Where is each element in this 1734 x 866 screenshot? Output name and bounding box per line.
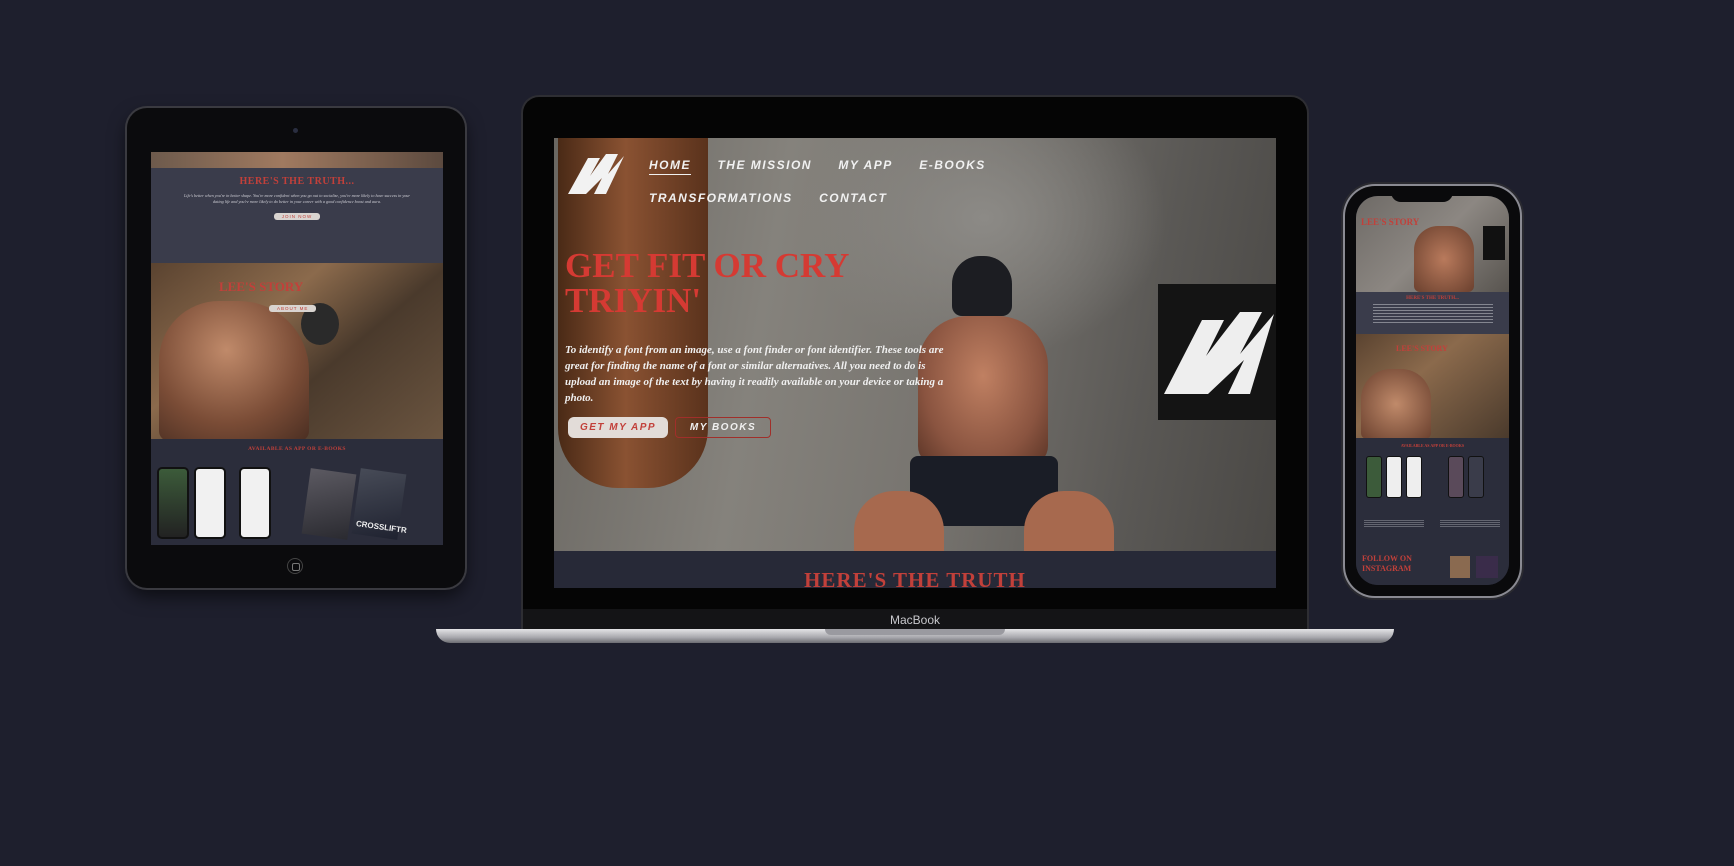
hero-section: HOME THE MISSION MY APP E-BOOKS TRANSFOR…	[554, 138, 1276, 551]
nav-e-books[interactable]: E-BOOKS	[919, 149, 986, 182]
tablet-story-section: LEE'S STORY ABOUT ME	[151, 263, 443, 441]
app-screenshot	[194, 467, 226, 539]
phone-hero: LEE'S STORY	[1356, 196, 1509, 292]
nav-contact[interactable]: CONTACT	[819, 182, 887, 215]
ebook-cover	[301, 468, 357, 540]
app-screenshot	[1406, 456, 1422, 498]
tablet-apps-section: AVAILABLE AS APP OR E-BOOKS CROSSLIFTR	[151, 439, 443, 545]
ebook-title: CROSSLIFTR	[355, 519, 408, 536]
laptop-notch	[825, 629, 1005, 635]
logo-badge	[1158, 284, 1276, 420]
tablet-screen: HERE'S THE TRUTH... Life's better when y…	[151, 152, 443, 545]
tablet-apps-title: AVAILABLE AS APP OR E-BOOKS	[248, 446, 346, 452]
my-books-button[interactable]: MY BOOKS	[675, 417, 771, 438]
ebook-cover	[1448, 456, 1464, 498]
laptop-screen: HOME THE MISSION MY APP E-BOOKS TRANSFOR…	[554, 138, 1276, 588]
phone-apps-title: AVAILABLE AS APP OR E-BOOKS	[1400, 443, 1465, 448]
lightning-n-logo-icon	[1483, 226, 1505, 260]
tablet-join-button[interactable]: JOIN NOW	[273, 213, 321, 220]
tablet-truth-section: HERE'S THE TRUTH... Life's better when y…	[151, 168, 443, 263]
lightning-n-logo-icon	[1164, 312, 1274, 394]
tablet-truth-title: HERE'S THE TRUTH...	[239, 176, 355, 187]
phone-notch	[1391, 186, 1453, 202]
phone-hero-title: LEE'S STORY	[1361, 217, 1420, 227]
camera-icon	[293, 128, 298, 133]
tablet-hero-image	[151, 152, 443, 168]
phone-follow-section: FOLLOW ON INSTAGRAM	[1356, 508, 1509, 585]
tablet-about-button[interactable]: ABOUT ME	[269, 305, 317, 312]
laptop-brand-label: MacBook	[889, 613, 941, 627]
phone-truth-text	[1372, 304, 1493, 324]
phone-footer-text	[1440, 520, 1500, 528]
lightning-n-logo-icon[interactable]	[566, 152, 626, 196]
phone-apps-section: AVAILABLE AS APP OR E-BOOKS	[1356, 438, 1509, 508]
phone-footer-text	[1364, 520, 1424, 528]
truth-section-header: HERE'S THE TRUTH	[554, 551, 1276, 588]
tablet-truth-text: Life's better when you're in better shap…	[183, 193, 411, 204]
app-screenshot	[1386, 456, 1402, 498]
instagram-photo[interactable]	[1450, 556, 1470, 578]
phone-screen: LEE'S STORY HERE'S THE TRUTH... LEE'S ST…	[1356, 196, 1509, 585]
app-screenshot	[157, 467, 189, 539]
truth-title: HERE'S THE TRUTH	[804, 568, 1026, 588]
phone-truth-section: HERE'S THE TRUTH...	[1356, 292, 1509, 334]
phone-follow-title: FOLLOW ON INSTAGRAM	[1362, 554, 1412, 573]
home-button[interactable]	[287, 558, 303, 574]
nav-transformations[interactable]: TRANSFORMATIONS	[649, 182, 793, 215]
nav-the-mission[interactable]: THE MISSION	[717, 149, 812, 182]
phone-story-photo	[1361, 369, 1431, 439]
phone-story-section: LEE'S STORY	[1356, 334, 1509, 439]
instagram-photo[interactable]	[1476, 556, 1498, 578]
tablet-story-photo	[159, 301, 309, 441]
ebook-cover: CROSSLIFTR	[351, 468, 408, 540]
hero-text: To identify a font from an image, use a …	[565, 344, 944, 404]
phone-truth-title: HERE'S THE TRUTH...	[1406, 296, 1459, 301]
ebook-cover	[1468, 456, 1484, 498]
nav-my-app[interactable]: MY APP	[838, 149, 892, 182]
tablet-device: HERE'S THE TRUTH... Life's better when y…	[127, 108, 465, 588]
phone-device: LEE'S STORY HERE'S THE TRUTH... LEE'S ST…	[1345, 186, 1520, 596]
tablet-story-title: LEE'S STORY	[219, 279, 304, 294]
nav-home[interactable]: HOME	[649, 156, 691, 175]
get-my-app-button[interactable]: GET MY APP	[568, 417, 668, 438]
phone-athlete-image	[1414, 226, 1474, 292]
app-screenshot	[1366, 456, 1382, 498]
phone-story-title: LEE'S STORY	[1396, 344, 1448, 353]
hero-title: GET FIT OR CRY TRIYIN'	[565, 246, 849, 320]
app-screenshot	[239, 467, 271, 539]
main-nav: HOME THE MISSION MY APP E-BOOKS TRANSFOR…	[649, 148, 1169, 215]
